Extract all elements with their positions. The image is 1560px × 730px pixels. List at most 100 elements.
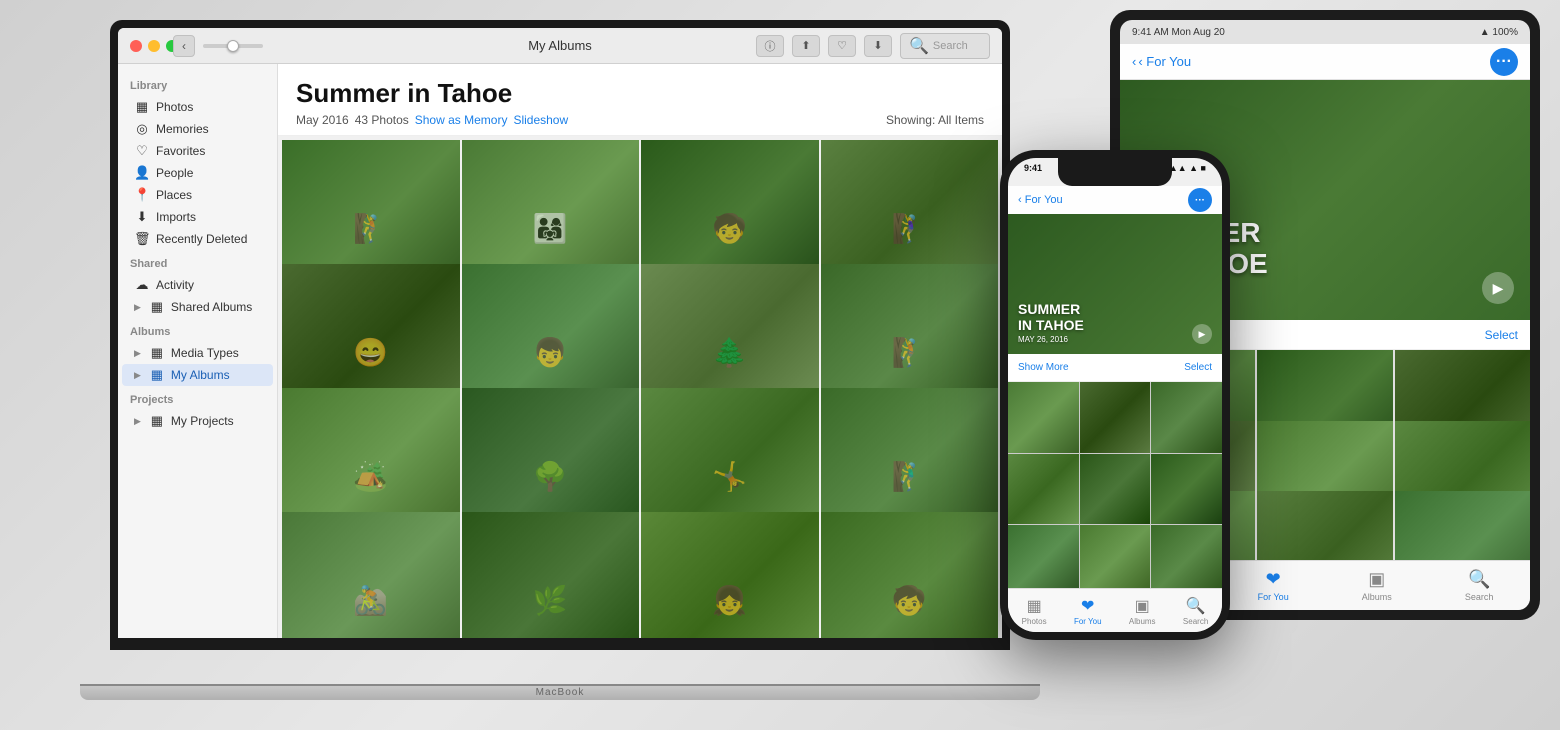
sidebar-item-imports[interactable]: ⬇ Imports bbox=[122, 206, 273, 228]
ipad-statusbar: 9:41 AM Mon Aug 20 ▲ 100% bbox=[1120, 20, 1530, 44]
iphone-photo-cell[interactable] bbox=[1080, 525, 1151, 588]
iphone-photo-cell[interactable] bbox=[1008, 382, 1079, 453]
info-button[interactable]: ⓘ bbox=[756, 35, 784, 57]
ipad-more-button[interactable]: ··· bbox=[1490, 48, 1518, 76]
minimize-button[interactable] bbox=[148, 40, 160, 52]
sidebar-item-photos[interactable]: ▦ Photos bbox=[122, 96, 273, 118]
ipad-photo-cell[interactable] bbox=[1257, 491, 1392, 560]
ipad-back-label: ‹ For You bbox=[1138, 54, 1191, 69]
iphone-play-button[interactable]: ▶ bbox=[1192, 324, 1212, 344]
iphone-photo-cell[interactable] bbox=[1008, 525, 1079, 588]
zoom-slider[interactable] bbox=[203, 44, 263, 48]
photo-cell[interactable]: 🌿 bbox=[462, 512, 640, 638]
photo-cell[interactable]: 🧒 bbox=[821, 512, 999, 638]
places-icon: 📍 bbox=[134, 187, 150, 203]
sidebar-item-activity[interactable]: ☁ Activity bbox=[122, 274, 273, 296]
album-title: Summer in Tahoe bbox=[296, 78, 984, 109]
ipad-tab-search[interactable]: 🔍 Search bbox=[1465, 569, 1494, 602]
sidebar-label-memories: Memories bbox=[156, 122, 209, 136]
photos-icon: ▦ bbox=[134, 99, 150, 115]
ipad-tab-label-albums: Albums bbox=[1362, 592, 1392, 602]
activity-icon: ☁ bbox=[134, 277, 150, 293]
albums-tab-icon: ▣ bbox=[1135, 596, 1150, 616]
chevron-left-icon: ‹ For You bbox=[1018, 194, 1063, 206]
photo-grid: 🧗 👨‍👩‍👧 🧒 🧗‍♀️ 😄 ♥ 👦 🌲 🧗 bbox=[278, 136, 1002, 638]
iphone-more-button[interactable]: ··· bbox=[1188, 188, 1212, 212]
macbook-label: MacBook bbox=[536, 687, 585, 698]
back-button[interactable]: ‹ bbox=[173, 35, 195, 57]
sidebar-label-my-projects: My Projects bbox=[171, 414, 234, 428]
search-tab-icon: 🔍 bbox=[1186, 596, 1206, 616]
iphone-photo-cell[interactable] bbox=[1080, 454, 1151, 525]
imports-icon: ⬇ bbox=[134, 209, 150, 225]
iphone-tab-search[interactable]: 🔍 Search bbox=[1183, 596, 1208, 626]
photo-cell[interactable]: 🚵 ♥ bbox=[282, 512, 460, 638]
mac-titlebar: ‹ My Albums ⓘ ⬆ ♡ ⬇ bbox=[118, 28, 1002, 64]
slider-thumb[interactable] bbox=[227, 40, 239, 52]
sidebar-label-people: People bbox=[156, 166, 193, 180]
showing-label[interactable]: Showing: All Items bbox=[886, 113, 984, 127]
expand-icon-albums: ▶ bbox=[134, 370, 141, 381]
my-albums-icon: ▦ bbox=[149, 367, 165, 383]
sidebar-item-media-types[interactable]: ▶ ▦ Media Types bbox=[122, 342, 273, 364]
ipad-photo-cell[interactable] bbox=[1395, 491, 1530, 560]
ipad-back-button[interactable]: ‹ ‹ For You bbox=[1132, 54, 1191, 69]
iphone-show-more-button[interactable]: Show More bbox=[1018, 362, 1069, 373]
iphone-tab-albums[interactable]: ▣ Albums bbox=[1129, 596, 1156, 626]
sidebar-item-people[interactable]: 👤 People bbox=[122, 162, 273, 184]
iphone-tab-label-for-you: For You bbox=[1074, 617, 1102, 626]
import-button[interactable]: ⬇ bbox=[864, 35, 892, 57]
iphone-tab-photos[interactable]: ▦ Photos bbox=[1022, 596, 1047, 626]
iphone-photo-cell[interactable] bbox=[1151, 382, 1222, 453]
window-title: My Albums bbox=[528, 38, 592, 53]
sidebar-item-favorites[interactable]: ♡ Favorites bbox=[122, 140, 273, 162]
iphone-hero-text: SUMMERIN TAHOE MAY 26, 2016 bbox=[1018, 302, 1084, 344]
search-box[interactable]: 🔍 Search bbox=[900, 33, 990, 59]
ipad-play-button[interactable]: ▶ bbox=[1482, 272, 1514, 304]
iphone-photo-cell[interactable] bbox=[1080, 382, 1151, 453]
close-button[interactable] bbox=[130, 40, 142, 52]
ipad-tab-for-you[interactable]: ❤ For You bbox=[1258, 569, 1289, 602]
iphone-tab-for-you[interactable]: ❤ For You bbox=[1074, 596, 1102, 626]
iphone: 9:41 ▲▲ ▲ ■ ‹ For You ··· SUMMERIN TAHOE… bbox=[1000, 150, 1230, 640]
show-as-memory-link[interactable]: Show as Memory bbox=[415, 113, 508, 127]
iphone-tabbar: ▦ Photos ❤ For You ▣ Albums 🔍 Search bbox=[1008, 588, 1222, 632]
macbook-screen-outer: ‹ My Albums ⓘ ⬆ ♡ ⬇ bbox=[110, 20, 1010, 650]
people-icon: 👤 bbox=[134, 165, 150, 181]
ipad-select-button[interactable]: Select bbox=[1485, 328, 1518, 342]
iphone-tab-label-albums: Albums bbox=[1129, 617, 1156, 626]
iphone-back-button[interactable]: ‹ For You bbox=[1018, 194, 1063, 206]
share-button[interactable]: ⬆ bbox=[792, 35, 820, 57]
ipad-tab-albums[interactable]: ▣ Albums bbox=[1362, 569, 1392, 602]
sidebar-item-recently-deleted[interactable]: 🗑 Recently Deleted bbox=[122, 228, 273, 250]
ipad-battery: ▲ 100% bbox=[1480, 27, 1518, 38]
sidebar-item-my-projects[interactable]: ▶ ▦ My Projects bbox=[122, 410, 273, 432]
expand-icon-projects: ▶ bbox=[134, 416, 141, 427]
iphone-photo-cell[interactable] bbox=[1008, 454, 1079, 525]
slideshow-link[interactable]: Slideshow bbox=[513, 113, 568, 127]
iphone-hero-title: SUMMERIN TAHOE bbox=[1018, 302, 1084, 333]
iphone-photo-cell[interactable] bbox=[1151, 454, 1222, 525]
sidebar-item-shared-albums[interactable]: ▶ ▦ Shared Albums bbox=[122, 296, 273, 318]
sidebar-label-shared-albums: Shared Albums bbox=[171, 300, 252, 314]
iphone-photo-grid bbox=[1008, 382, 1222, 588]
album-header: Summer in Tahoe May 2016 43 Photos Show … bbox=[278, 64, 1002, 136]
for-you-tab-icon: ❤ bbox=[1081, 596, 1094, 616]
ipad-navbar: ‹ ‹ For You ··· bbox=[1120, 44, 1530, 80]
iphone-photo-cell[interactable] bbox=[1151, 525, 1222, 588]
macbook-screen: ‹ My Albums ⓘ ⬆ ♡ ⬇ bbox=[118, 28, 1002, 638]
favorite-button[interactable]: ♡ bbox=[828, 35, 856, 57]
expand-icon: ▶ bbox=[134, 302, 141, 313]
iphone-status-icons: ▲▲ ▲ ■ bbox=[1169, 163, 1206, 173]
shared-section-label: Shared bbox=[118, 250, 277, 274]
iphone-select-button[interactable]: Select bbox=[1184, 362, 1212, 373]
sidebar-item-memories[interactable]: ◎ Memories bbox=[122, 118, 273, 140]
albums-tab-icon: ▣ bbox=[1368, 569, 1385, 590]
search-tab-icon: 🔍 bbox=[1468, 569, 1490, 590]
sidebar-item-places[interactable]: 📍 Places bbox=[122, 184, 273, 206]
projects-section-label: Projects bbox=[118, 386, 277, 410]
mac-main: Summer in Tahoe May 2016 43 Photos Show … bbox=[278, 64, 1002, 638]
sidebar-item-my-albums[interactable]: ▶ ▦ My Albums bbox=[122, 364, 273, 386]
macbook-body: MacBook bbox=[80, 686, 1040, 700]
photo-cell[interactable]: 👧 bbox=[641, 512, 819, 638]
